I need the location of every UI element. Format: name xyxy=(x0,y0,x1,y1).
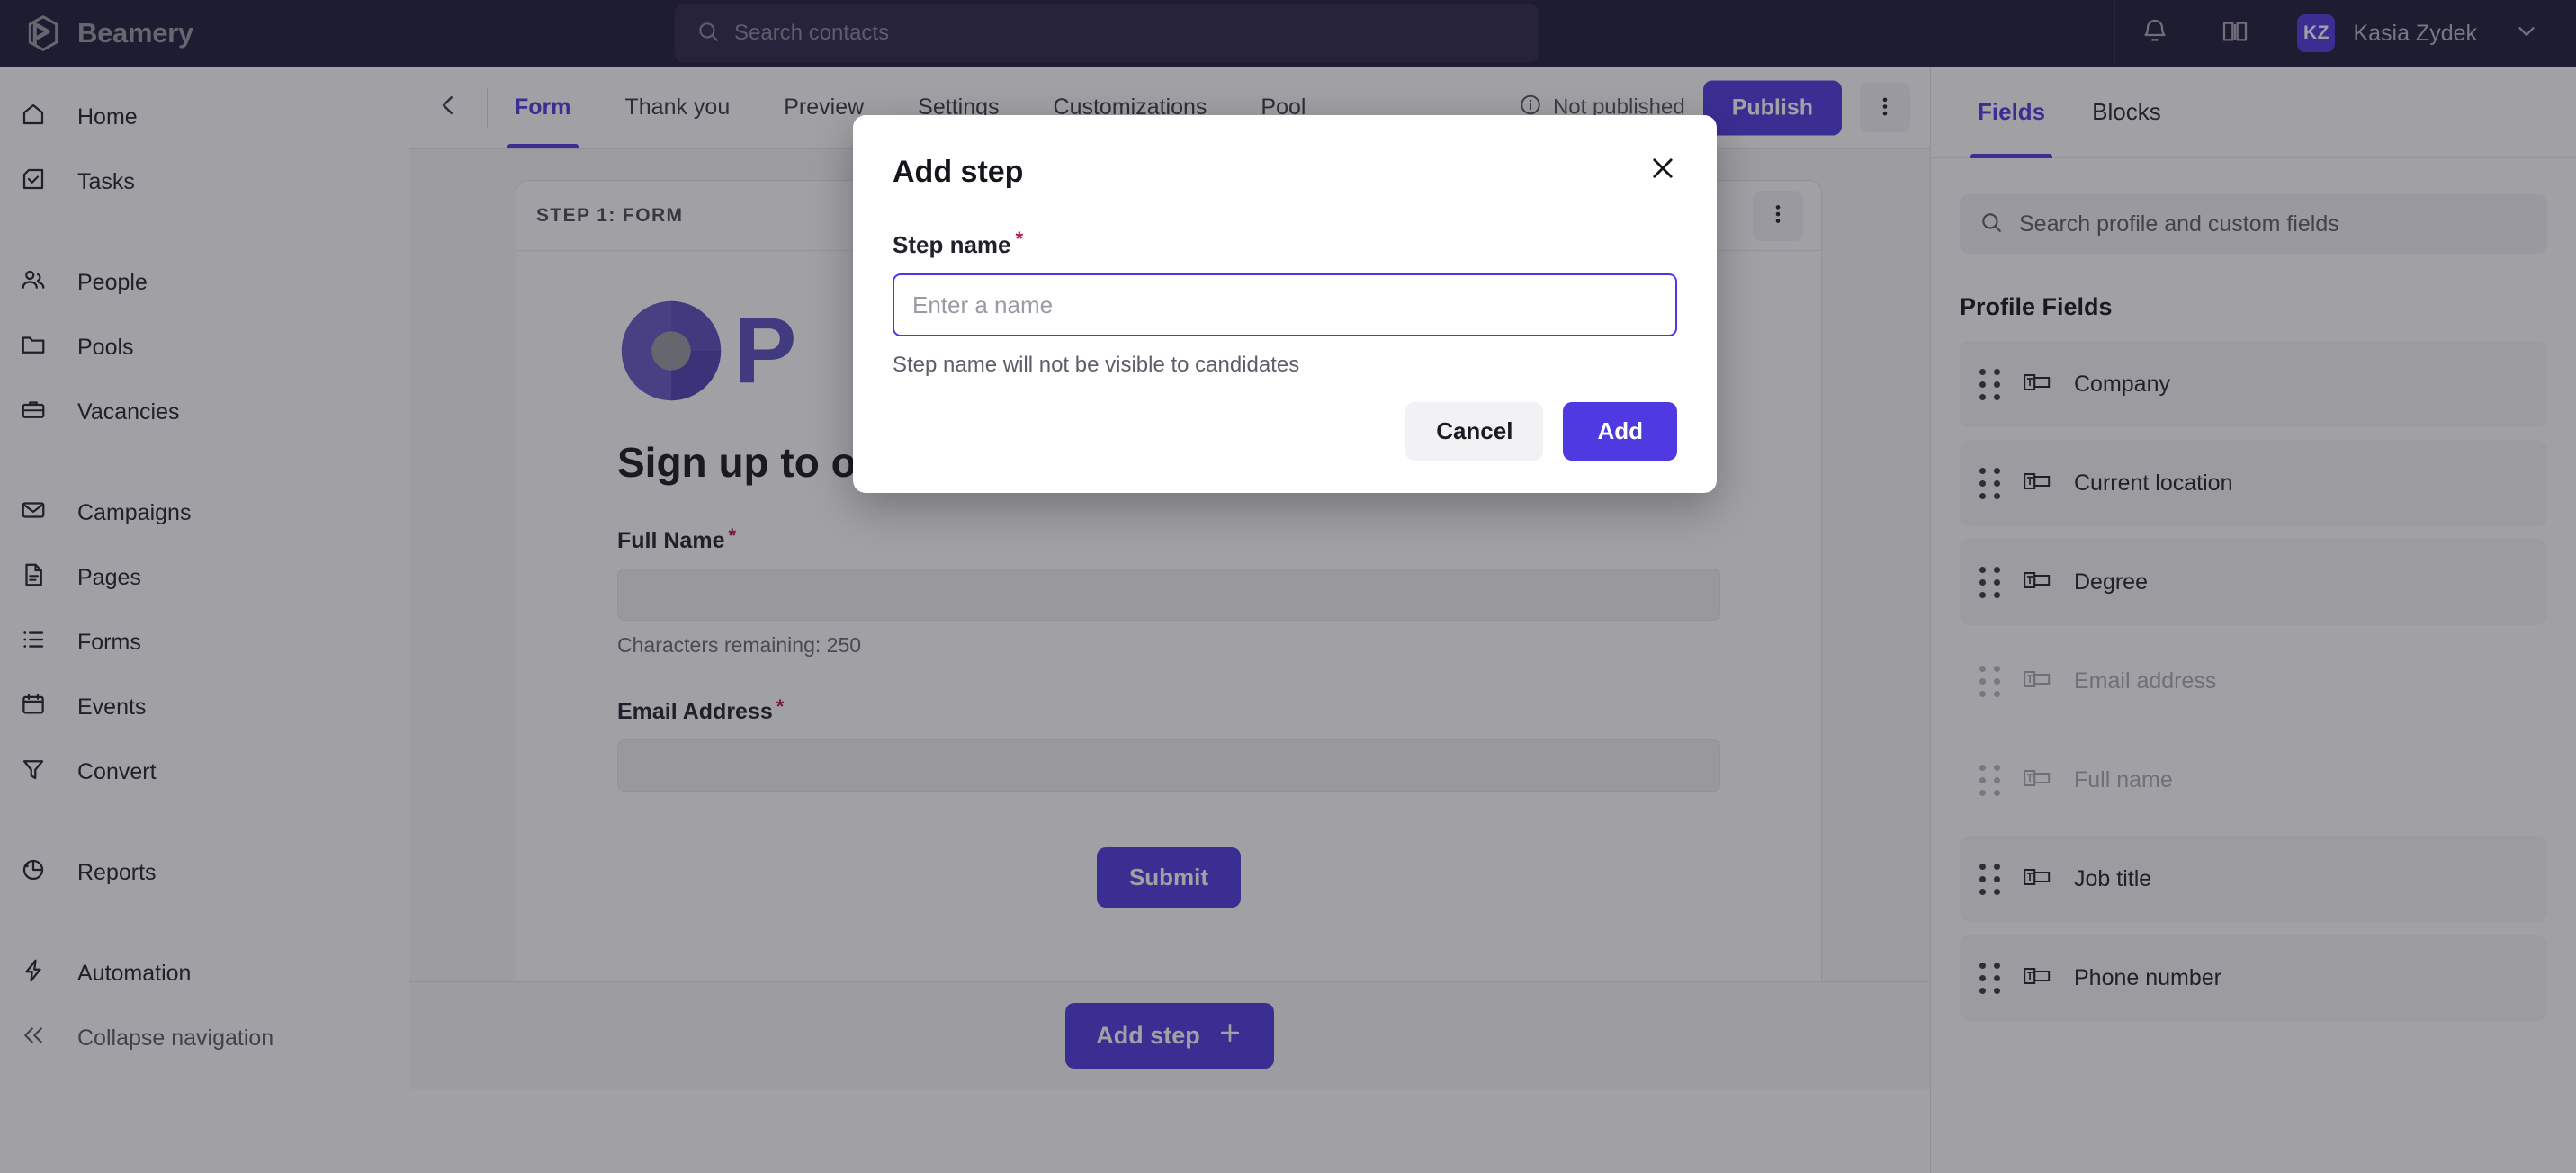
close-dialog-button[interactable] xyxy=(1641,148,1684,191)
step-name-help-text: Step name will not be visible to candida… xyxy=(893,353,1300,377)
required-marker: * xyxy=(1015,228,1024,250)
add-step-dialog: Add step Step name * Step name will not … xyxy=(853,115,1717,493)
dialog-title: Add step xyxy=(893,155,1024,189)
dialog-actions: Cancel Add xyxy=(1405,402,1677,461)
add-button[interactable]: Add xyxy=(1563,402,1677,461)
cancel-button[interactable]: Cancel xyxy=(1405,402,1544,461)
step-name-label: Step name * xyxy=(893,228,1024,259)
close-icon xyxy=(1647,153,1678,186)
step-name-input[interactable] xyxy=(893,273,1677,336)
step-name-label-text: Step name xyxy=(893,231,1011,258)
